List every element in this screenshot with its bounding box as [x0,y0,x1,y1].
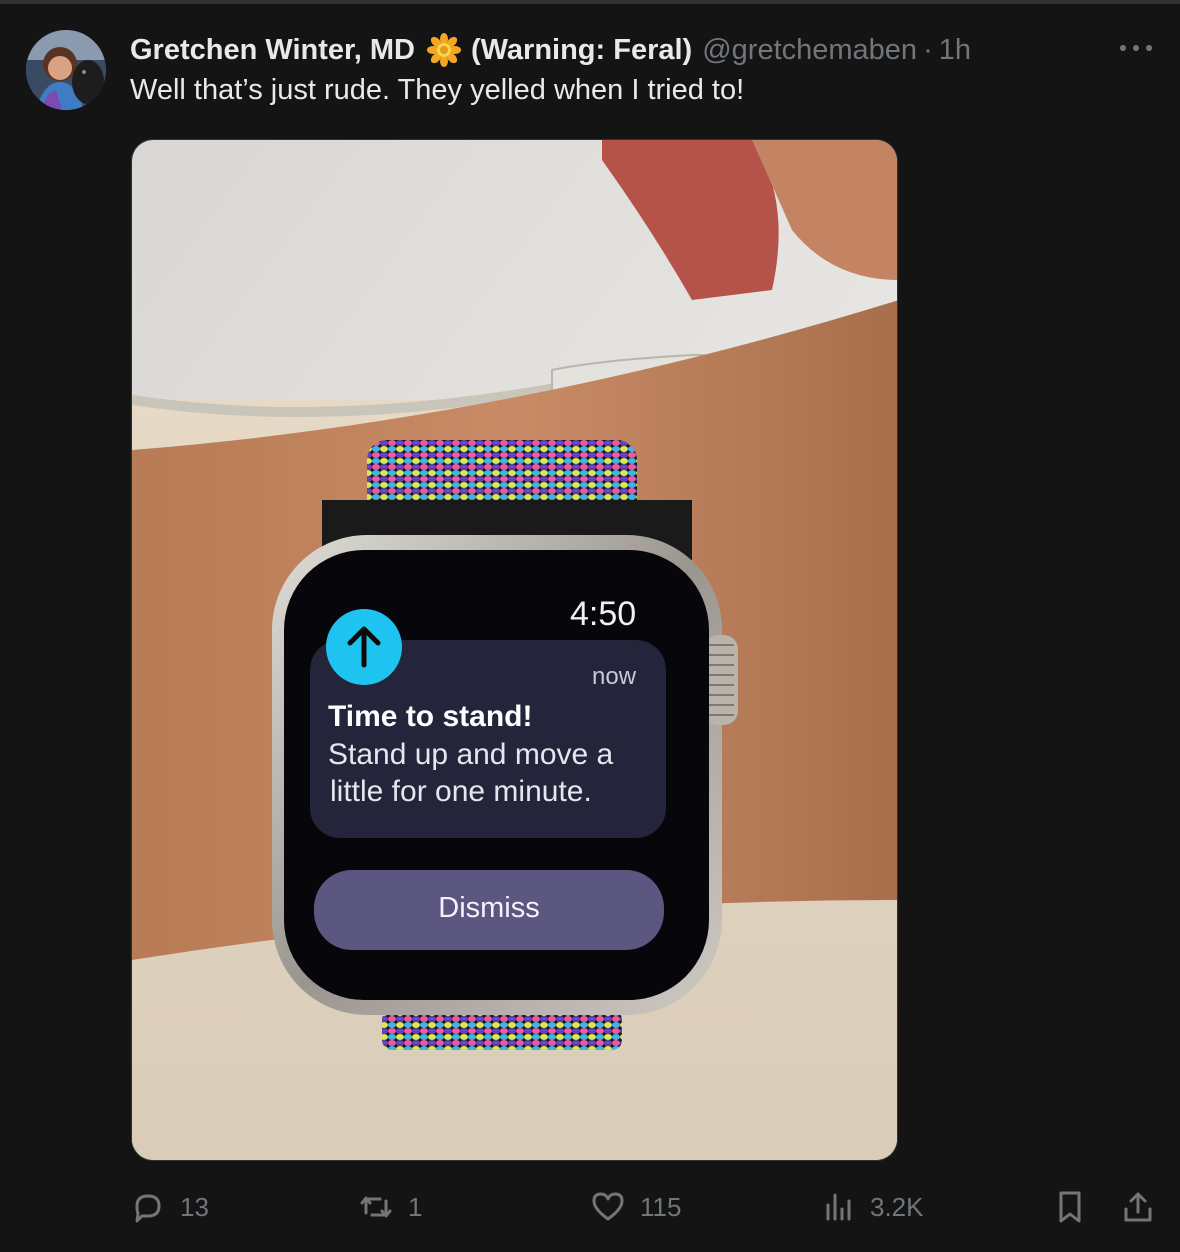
notification-age: now [592,663,637,690]
reply-icon [135,1194,161,1223]
timestamp[interactable]: 1h [939,34,971,67]
views-button[interactable]: 3.2K [820,1184,924,1230]
views-count: 3.2K [870,1191,924,1222]
bookmark-button[interactable] [1052,1184,1088,1230]
notification-line-2: little for one minute. [330,775,592,808]
share-icon [1124,1192,1152,1222]
action-bar: 13 1 115 3.2K [0,1184,1180,1230]
views-icon [826,1193,851,1221]
repost-button[interactable]: 1 [358,1184,422,1230]
separator-dot: · [923,33,933,66]
repost-icon [360,1196,392,1218]
dismiss-button: Dismiss [438,892,540,924]
heart-icon [592,1192,624,1221]
divider [0,0,1180,4]
watch-screen: 4:50 now Time to stand! Stand up and mov… [132,140,897,1160]
tweet-header: Gretchen Winter, MD (Warning: Feral) @gr… [130,30,971,70]
tweet-photo[interactable]: 4:50 now Time to stand! Stand up and mov… [131,139,898,1161]
share-button[interactable] [1120,1184,1156,1230]
reply-button[interactable]: 13 [130,1184,209,1230]
bookmark-icon [1059,1191,1081,1223]
tweet-card: Gretchen Winter, MD (Warning: Feral) @gr… [0,0,1180,1252]
watch-time: 4:50 [570,595,637,633]
notification-line-1: Stand up and move a [328,738,614,771]
user-handle[interactable]: @gretchemaben [702,34,917,67]
repost-count: 1 [408,1191,423,1222]
like-button[interactable]: 115 [590,1184,681,1230]
reply-count: 13 [180,1191,209,1222]
display-name-suffix[interactable]: (Warning: Feral) [471,34,692,67]
tweet-text: Well that’s just rude. They yelled when … [130,74,745,106]
sunflower-icon [426,33,461,67]
like-count: 115 [640,1191,682,1222]
more-options-icon[interactable] [1120,36,1152,60]
avatar[interactable] [26,30,106,110]
display-name[interactable]: Gretchen Winter, MD [130,34,415,67]
notification-title: Time to stand! [328,700,533,733]
